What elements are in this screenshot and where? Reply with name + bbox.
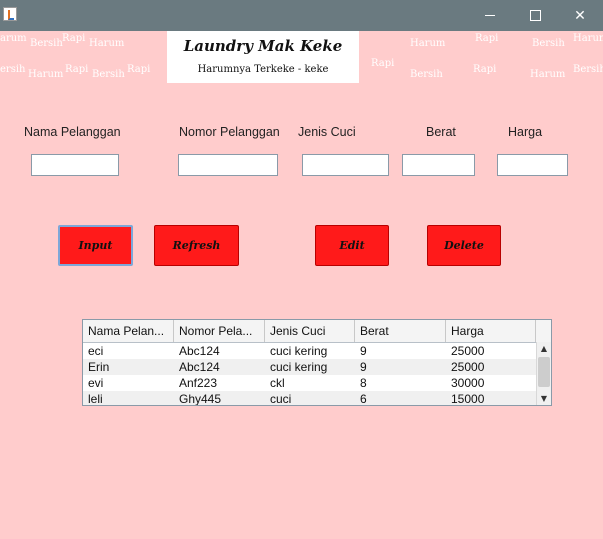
bg-word: Harum (28, 69, 64, 80)
table-cell: 6 (360, 392, 367, 406)
column-header-berat[interactable]: Berat (355, 320, 446, 342)
table-scrollbar[interactable]: ▲ ▼ (536, 342, 551, 405)
close-button[interactable]: ✕ (557, 0, 603, 31)
table-cell: evi (88, 376, 104, 390)
app-title: Laundry Mak Keke (183, 37, 343, 55)
nama-pelanggan-input[interactable] (31, 154, 119, 176)
column-header-harga[interactable]: Harga (446, 320, 536, 342)
bg-word: Rapi (62, 33, 86, 44)
table-cell: 25000 (451, 360, 485, 374)
scroll-down-icon[interactable]: ▼ (537, 392, 551, 405)
delete-button[interactable]: Delete (427, 225, 501, 266)
table-cell: Abc124 (179, 344, 220, 358)
bg-word: Rapi (371, 58, 395, 69)
bg-word: ersih (0, 64, 26, 75)
table-cell: eci (88, 344, 104, 358)
harga-label: Harga (508, 125, 543, 139)
table-cell: 9 (360, 344, 367, 358)
window-titlebar: ✕ (0, 0, 603, 31)
bg-word: arum (0, 33, 27, 44)
table-cell: 9 (360, 360, 367, 374)
table-cell: leli (88, 392, 103, 406)
minimize-icon (485, 15, 495, 16)
bg-word: Bersih (92, 69, 125, 80)
berat-input[interactable] (402, 154, 475, 176)
table-cell: cuci kering (270, 360, 328, 374)
jenis-cuci-label: Jenis Cuci (298, 125, 356, 139)
header-panel: Laundry Mak Keke Harumnya Terkeke - keke (167, 31, 359, 83)
scroll-up-icon[interactable]: ▲ (537, 342, 551, 355)
jenis-cuci-input[interactable] (302, 154, 389, 176)
bg-word: Bersih (410, 69, 443, 80)
table-cell: cuci kering (270, 344, 328, 358)
bg-word: Rapi (473, 64, 497, 75)
table-row[interactable]: Erin Abc124 cuci kering 9 25000 (83, 359, 536, 375)
nama-pelanggan-label: Nama Pelanggan (24, 125, 121, 139)
bg-word: Bersih (573, 64, 603, 75)
bg-word: Harum (530, 69, 566, 80)
table-header: Nama Pelan... Nomor Pela... Jenis Cuci B… (83, 320, 551, 343)
maximize-icon (529, 10, 541, 21)
header-corner (536, 320, 551, 342)
nomor-pelanggan-label: Nomor Pelanggan (179, 125, 280, 139)
column-header-jenis[interactable]: Jenis Cuci (265, 320, 355, 342)
bg-word: Harum (410, 38, 446, 49)
java-icon (3, 7, 17, 21)
refresh-button[interactable]: Refresh (154, 225, 239, 266)
table-cell: 30000 (451, 376, 485, 390)
table-row[interactable]: eci Abc124 cuci kering 9 25000 (83, 343, 536, 359)
table-cell: ckl (270, 376, 285, 390)
column-header-nomor[interactable]: Nomor Pela... (174, 320, 265, 342)
bg-word: Rapi (475, 33, 499, 44)
bg-word: Rapi (65, 64, 89, 75)
bg-word: Bersih (532, 38, 565, 49)
table-cell: 25000 (451, 344, 485, 358)
harga-input[interactable] (497, 154, 568, 176)
table-cell: cuci (270, 392, 292, 406)
berat-label: Berat (426, 125, 456, 139)
maximize-button[interactable] (512, 0, 558, 31)
nomor-pelanggan-input[interactable] (178, 154, 278, 176)
column-header-nama[interactable]: Nama Pelan... (83, 320, 174, 342)
input-button[interactable]: Input (58, 225, 133, 266)
edit-button[interactable]: Edit (315, 225, 389, 266)
minimize-button[interactable] (467, 0, 513, 31)
table-cell: 15000 (451, 392, 485, 406)
bg-word: Bersih (30, 38, 63, 49)
bg-word: Rapi (127, 64, 151, 75)
app-subtitle: Harumnya Terkeke - keke (197, 64, 329, 75)
pelanggan-table[interactable]: Nama Pelan... Nomor Pela... Jenis Cuci B… (82, 319, 552, 406)
table-cell: Ghy445 (179, 392, 222, 406)
table-cell: 8 (360, 376, 367, 390)
table-row[interactable]: evi Anf223 ckl 8 30000 (83, 375, 536, 391)
scrollbar-thumb[interactable] (538, 357, 550, 387)
bg-word: Harum (89, 38, 125, 49)
table-cell: Abc124 (179, 360, 220, 374)
table-cell: Anf223 (179, 376, 218, 390)
close-icon: ✕ (574, 7, 586, 24)
table-cell: Erin (88, 360, 110, 374)
bg-word: Harum (573, 33, 603, 44)
table-row[interactable]: leli Ghy445 cuci 6 15000 (83, 391, 536, 406)
